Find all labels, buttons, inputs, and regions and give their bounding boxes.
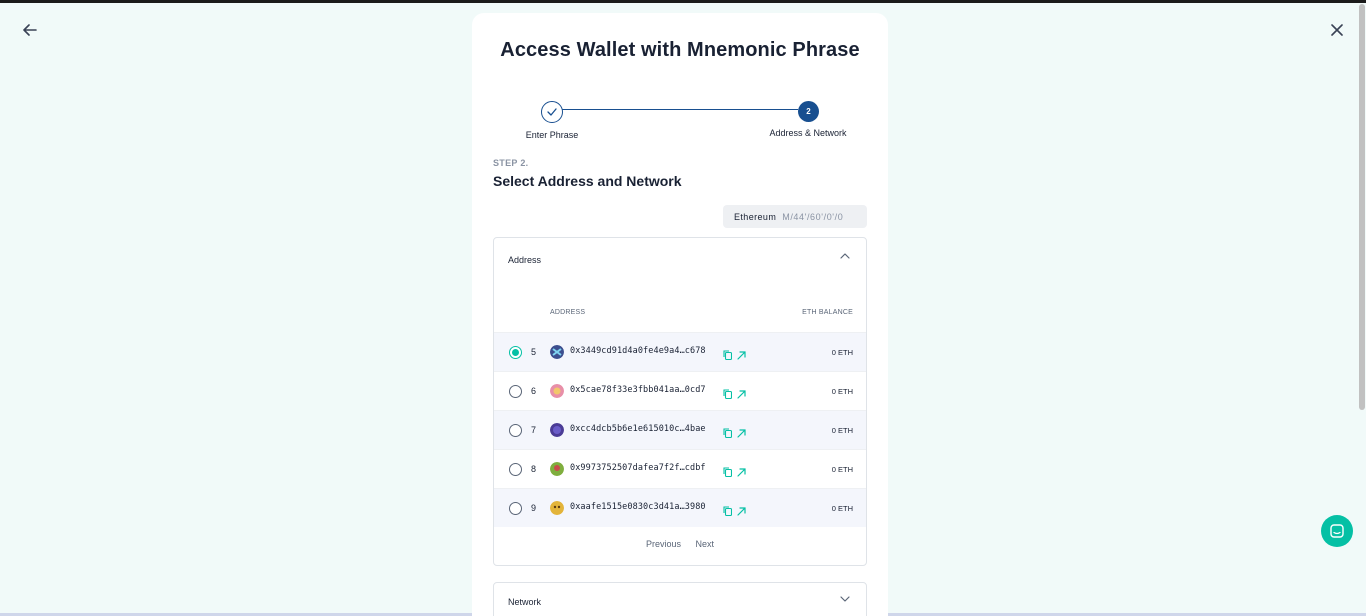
address-balance: 0 ETH [831,504,853,513]
external-link-icon[interactable] [737,386,746,404]
step-2-indicator: 2 [798,101,819,122]
address-radio[interactable] [509,346,522,359]
address-row[interactable]: 8 0x9973752507dafea7f2f…cdbf 0 ETH [494,449,866,488]
scrollbar[interactable] [1359,4,1365,410]
address-index: 6 [531,386,537,396]
copy-icon[interactable] [723,347,733,365]
address-value: 0x5cae78f33e3fbb041aa…0cd7 [570,385,706,395]
close-button[interactable] [1327,20,1347,40]
address-radio[interactable] [509,502,522,515]
column-header-address: ADDRESS [550,309,586,316]
address-row[interactable]: 5 0x3449cd91d4a0fe4e9a4…c678 0 ETH [494,332,866,371]
external-link-icon[interactable] [737,464,746,482]
address-index: 7 [531,425,537,435]
address-value: 0x3449cd91d4a0fe4e9a4…c678 [570,346,706,356]
address-value: 0xaafe1515e0830c3d41a…3980 [570,502,706,512]
chat-button[interactable] [1321,515,1353,547]
step-number-label: STEP 2. [493,158,529,168]
address-index: 5 [531,347,537,357]
step-2-label: Address & Network [769,128,847,138]
address-row[interactable]: 9 0xaafe1515e0830c3d41a…3980 0 ETH [494,488,866,527]
external-link-icon[interactable] [737,425,746,443]
address-avatar [550,345,564,359]
next-button[interactable]: Next [696,539,715,549]
external-link-icon[interactable] [737,503,746,521]
address-balance: 0 ETH [831,387,853,396]
address-balance: 0 ETH [831,426,853,435]
network-panel[interactable]: Network [493,582,867,616]
derivation-path-selector[interactable]: Ethereum M/44'/60'/0'/0 [723,205,867,228]
column-header-balance: ETH BALANCE [802,309,853,316]
derivation-path: M/44'/60'/0'/0 [782,211,844,222]
address-radio[interactable] [509,463,522,476]
arrow-left-icon [23,24,37,36]
pagination: Previous Next [494,539,866,549]
copy-icon[interactable] [723,425,733,443]
access-wallet-card: Access Wallet with Mnemonic Phrase 2 Ent… [472,13,888,616]
address-index: 8 [531,464,537,474]
address-row[interactable]: 6 0x5cae78f33e3fbb041aa…0cd7 0 ETH [494,371,866,410]
previous-button[interactable]: Previous [646,539,681,549]
chevron-down-icon [840,596,850,602]
address-balance: 0 ETH [831,348,853,357]
step-heading: Select Address and Network [493,173,682,189]
chat-icon [1330,524,1344,538]
address-value: 0x9973752507dafea7f2f…cdbf [570,463,706,473]
back-button[interactable] [20,20,40,40]
address-panel-title: Address [508,255,542,265]
address-panel: Address ADDRESS ETH BALANCE 5 0x3449cd91… [493,237,867,566]
stepper-line [562,109,798,110]
address-avatar [550,501,564,515]
address-avatar [550,462,564,476]
external-link-icon[interactable] [737,347,746,365]
address-row[interactable]: 7 0xcc4dcb5b6e1e615010c…4bae 0 ETH [494,410,866,449]
stepper: 2 Enter Phrase Address & Network [472,13,888,153]
copy-icon[interactable] [723,386,733,404]
close-icon [1331,24,1343,36]
chevron-up-icon [840,253,850,259]
address-value: 0xcc4dcb5b6e1e615010c…4bae [570,424,706,434]
address-radio[interactable] [509,385,522,398]
address-balance: 0 ETH [831,465,853,474]
address-radio[interactable] [509,424,522,437]
step-1-label: Enter Phrase [525,130,579,140]
copy-icon[interactable] [723,503,733,521]
network-panel-title: Network [508,597,542,607]
path-network-name: Ethereum [734,211,777,222]
address-avatar [550,423,564,437]
address-list: 5 0x3449cd91d4a0fe4e9a4…c678 0 ETH 6 0x5… [494,332,866,527]
address-panel-header[interactable]: Address [494,238,866,282]
address-avatar [550,384,564,398]
copy-icon[interactable] [723,464,733,482]
address-index: 9 [531,503,537,513]
top-strip [0,0,1366,3]
step-1-indicator [541,101,563,123]
checkmark-icon [547,108,557,116]
